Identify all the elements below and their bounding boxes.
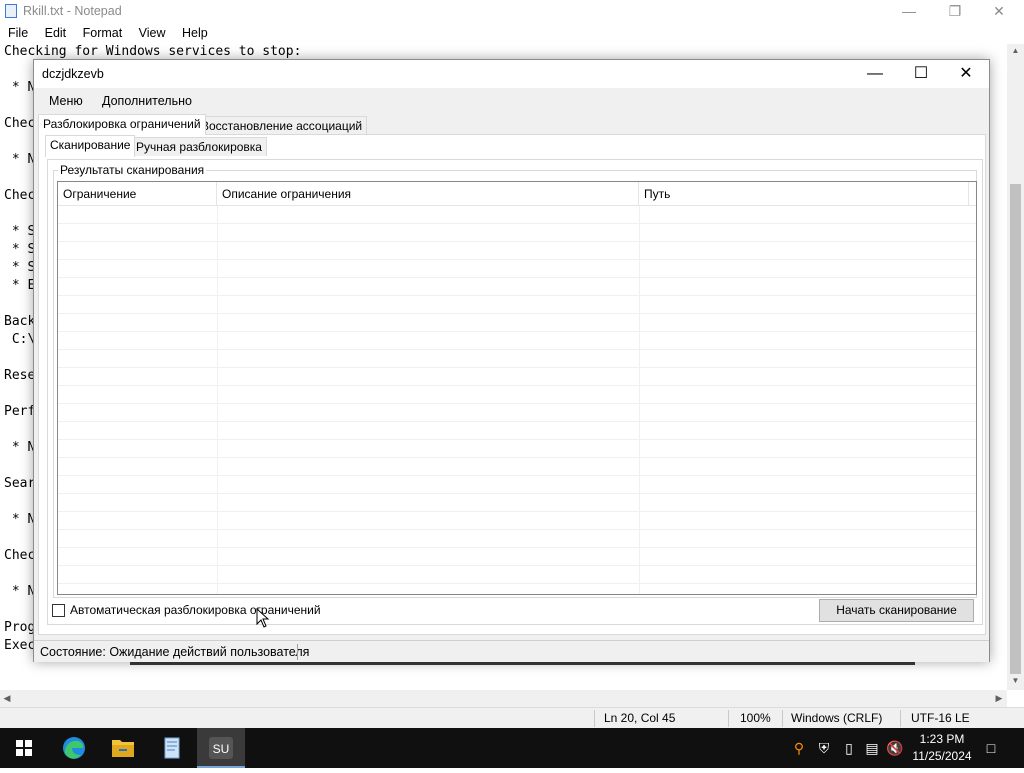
- dialog-maximize-icon[interactable]: ☐: [898, 60, 944, 88]
- menu-main[interactable]: Меню: [49, 94, 83, 108]
- scan-results-group: Результаты сканирования Ограничение Опис…: [53, 163, 977, 598]
- menu-format[interactable]: Format: [83, 26, 123, 40]
- notifications-icon[interactable]: □: [982, 738, 1000, 758]
- notepad-horizontal-scrollbar[interactable]: ◀ ▶: [0, 690, 1007, 707]
- table-row: [58, 404, 976, 422]
- table-row: [58, 224, 976, 242]
- table-row: [58, 530, 976, 548]
- menu-file[interactable]: File: [8, 26, 28, 40]
- table-row: [58, 566, 976, 584]
- minimize-icon[interactable]: —: [886, 0, 932, 22]
- network-icon[interactable]: ▤: [863, 738, 881, 758]
- column-description[interactable]: Описание ограничения: [217, 182, 639, 206]
- menu-edit[interactable]: Edit: [45, 26, 67, 40]
- dialog-titlebar[interactable]: dczjdkzevb — ☐ ✕: [34, 60, 989, 88]
- notepad-title: Rkill.txt - Notepad: [23, 4, 122, 18]
- table-row: [58, 458, 976, 476]
- dialog-title: dczjdkzevb: [42, 67, 104, 81]
- scrollbar-thumb[interactable]: [1010, 184, 1021, 674]
- table-row: [58, 260, 976, 278]
- table-row: [58, 440, 976, 458]
- scroll-right-icon[interactable]: ▶: [992, 690, 1006, 707]
- notepad-menubar: File Edit Format View Help: [0, 24, 1024, 42]
- tab-scanning[interactable]: Сканирование: [45, 135, 136, 157]
- auto-unlock-checkbox[interactable]: [52, 604, 65, 617]
- start-icon[interactable]: [0, 728, 48, 768]
- zoom-level: 100%: [740, 711, 771, 725]
- su-app-icon[interactable]: SU: [197, 728, 245, 768]
- menu-advanced[interactable]: Дополнительно: [102, 94, 192, 108]
- restriction-unlock-dialog: dczjdkzevb — ☐ ✕ Меню Дополнительно Разб…: [33, 59, 990, 662]
- file-explorer-icon[interactable]: [99, 728, 147, 768]
- scroll-left-icon[interactable]: ◀: [0, 690, 14, 707]
- restore-icon[interactable]: ❐: [932, 0, 978, 22]
- volume-muted-icon[interactable]: 🔇: [886, 738, 904, 758]
- scan-tab-panel: Результаты сканирования Ограничение Опис…: [47, 159, 983, 625]
- status-text: Состояние: Ожидание действий пользовател…: [40, 645, 310, 659]
- battery-icon[interactable]: ▯: [840, 738, 858, 758]
- table-row: [58, 332, 976, 350]
- table-row: [58, 386, 976, 404]
- start-scan-button[interactable]: Начать сканирование: [819, 599, 974, 622]
- edge-icon[interactable]: [50, 728, 98, 768]
- dialog-close-icon[interactable]: ✕: [943, 60, 989, 88]
- scroll-up-icon[interactable]: ▲: [1007, 44, 1024, 58]
- dialog-statusbar: Состояние: Ожидание действий пользовател…: [34, 640, 989, 662]
- table-row: [58, 476, 976, 494]
- scroll-down-icon[interactable]: ▼: [1007, 674, 1024, 688]
- notepad-titlebar[interactable]: Rkill.txt - Notepad — ❐ ✕: [0, 0, 1024, 22]
- cursor-position: Ln 20, Col 45: [604, 711, 676, 725]
- table-row: [58, 278, 976, 296]
- line-ending: Windows (CRLF): [791, 711, 883, 725]
- scan-results-title: Результаты сканирования: [58, 163, 207, 177]
- table-row: [58, 206, 976, 224]
- tab-unlock-restrictions[interactable]: Разблокировка ограничений: [38, 114, 206, 135]
- outer-tab-panel: Сканирование Ручная разблокировка Резуль…: [38, 134, 986, 635]
- table-row: [58, 512, 976, 530]
- table-row: [58, 548, 976, 566]
- column-path[interactable]: Путь: [639, 182, 969, 206]
- taskbar: SU ⚲ ⛨ ▯ ▤ 🔇 1:23 PM 11/25/2024 □: [0, 728, 1024, 768]
- notepad-icon[interactable]: [148, 728, 196, 768]
- table-row: [58, 314, 976, 332]
- dialog-menubar: Меню Дополнительно: [34, 89, 989, 113]
- notepad-vertical-scrollbar[interactable]: ▲ ▼: [1007, 44, 1024, 690]
- tab-manual-unlock[interactable]: Ручная разблокировка: [131, 137, 267, 156]
- notepad-app-icon: [5, 4, 17, 18]
- search-tool-icon[interactable]: ⚲: [790, 738, 808, 758]
- clock-time[interactable]: 1:23 PM: [912, 732, 972, 746]
- table-row: [58, 368, 976, 386]
- su-app-label: SU: [213, 742, 230, 756]
- table-row: [58, 296, 976, 314]
- dialog-minimize-icon[interactable]: —: [852, 60, 898, 88]
- menu-help[interactable]: Help: [182, 26, 208, 40]
- table-row: [58, 242, 976, 260]
- table-row: [58, 494, 976, 512]
- tab-restore-associations[interactable]: Восстановление ассоциаций: [196, 116, 368, 135]
- mouse-cursor-icon: [256, 608, 270, 628]
- menu-view[interactable]: View: [139, 26, 166, 40]
- clock-date[interactable]: 11/25/2024: [905, 749, 979, 763]
- column-restriction[interactable]: Ограничение: [58, 182, 217, 206]
- table-row: [58, 422, 976, 440]
- security-icon[interactable]: ⛨: [815, 738, 833, 758]
- close-icon[interactable]: ✕: [976, 0, 1022, 22]
- table-row: [58, 350, 976, 368]
- auto-unlock-label[interactable]: Автоматическая разблокировка ограничений: [70, 603, 321, 617]
- scan-results-list[interactable]: Ограничение Описание ограничения Путь: [57, 181, 977, 595]
- outer-tab-strip: Разблокировка ограничений Восстановление…: [38, 114, 988, 135]
- notepad-statusbar: Ln 20, Col 45 100% Windows (CRLF) UTF-16…: [0, 707, 1024, 728]
- list-header: Ограничение Описание ограничения Путь: [58, 182, 976, 206]
- encoding: UTF-16 LE: [911, 711, 970, 725]
